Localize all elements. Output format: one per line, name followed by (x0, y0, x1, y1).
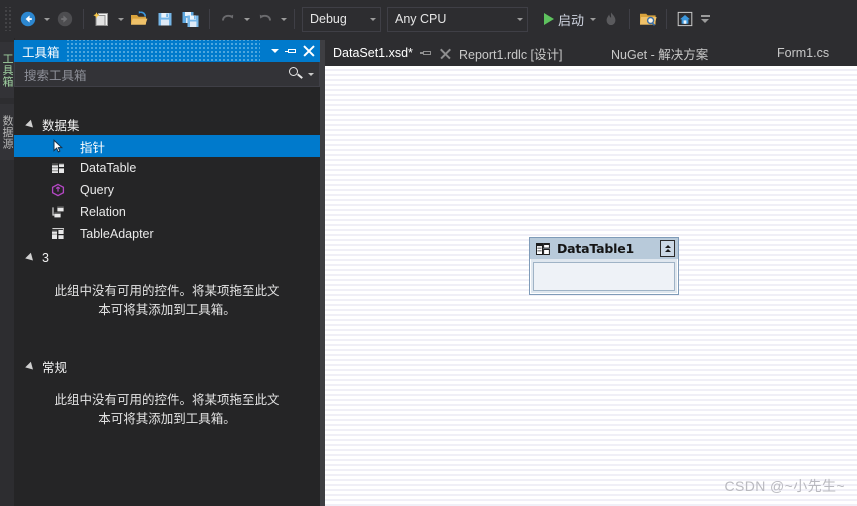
toolbox-group-header[interactable]: 3 (14, 247, 320, 268)
toolbar-divider-2 (209, 9, 210, 29)
document-tab-label: DataSet1.xsd* (333, 46, 413, 60)
toolbox-search-placeholder: 搜索工具箱 (24, 68, 87, 83)
toolbox-group-header[interactable]: 数据集 (14, 114, 320, 135)
back-dropdown-icon[interactable] (41, 7, 52, 31)
toolbox-drag-dots (65, 40, 260, 62)
toolbox-item-datatable[interactable]: DataTable (14, 157, 320, 179)
toolbox-group-header[interactable]: 常规 (14, 356, 320, 377)
open-file-icon[interactable] (126, 7, 152, 31)
toolbar-grip[interactable] (3, 7, 13, 31)
datatable-designer-shape[interactable]: DataTable1 (529, 237, 679, 295)
toolbox-group-label: 3 (42, 250, 49, 265)
toolbar-divider-3 (294, 9, 295, 29)
document-tab-row: DataSet1.xsd* Report1.rdlc [设计] NuGet - … (325, 40, 857, 66)
solution-platform-value: Any CPU (395, 12, 447, 26)
new-item-icon[interactable] (89, 7, 115, 31)
hot-reload-icon[interactable] (598, 7, 624, 31)
collapse-chevrons-icon[interactable] (660, 240, 675, 257)
search-in-folder-icon[interactable] (635, 7, 661, 31)
toolbar-overflow-icon[interactable] (698, 7, 712, 31)
tableadapter-icon (50, 226, 66, 242)
document-tab-nuget[interactable]: NuGet - 解决方案 (603, 40, 714, 66)
document-tab-label: Form1.cs (777, 46, 830, 60)
toolbox-pin-icon[interactable] (283, 42, 300, 60)
solution-configuration-value: Debug (310, 12, 347, 26)
document-tab-label: Report1.rdlc [设计] (459, 47, 563, 62)
save-all-icon[interactable] (178, 7, 204, 31)
watermark: CSDN @~小先生~ (724, 478, 845, 494)
toolbar-divider-5 (666, 9, 668, 29)
toolbox-panel: 工具箱 搜索工具箱 数据集 指针 DataTable Query Relatio… (14, 40, 320, 506)
toolbox-close-icon[interactable] (300, 42, 317, 60)
main-toolbar: Debug Any CPU 启动 (0, 0, 857, 38)
toolbox-item-label: TableAdapter (80, 227, 154, 241)
sidebar-item-toolbox-label: 工具箱 (1, 52, 13, 88)
back-arrow-icon[interactable] (15, 7, 41, 31)
toolbox-group-empty-text: 此组中没有可用的控件。将某项拖至此文本可将其添加到工具箱。 (54, 393, 280, 426)
toolbox-item-label: Relation (80, 205, 126, 219)
document-tab-form1[interactable]: Form1.cs (769, 40, 835, 66)
undo-dropdown-icon[interactable] (241, 7, 252, 31)
home-icon[interactable] (672, 7, 698, 31)
toolbar-divider (83, 9, 84, 29)
toolbox-item-relation[interactable]: Relation (14, 201, 320, 223)
datatable-icon (535, 241, 551, 257)
toolbox-menu-icon[interactable] (266, 42, 283, 60)
toolbox-search-box[interactable]: 搜索工具箱 (14, 62, 320, 87)
toolbox-group-label: 数据集 (42, 119, 80, 133)
toolbox-item-label: Query (80, 183, 115, 197)
dataset-design-surface[interactable]: DataTable1 CSDN @~小先生~ (325, 66, 857, 506)
solution-platform-combo[interactable]: Any CPU (387, 6, 528, 32)
left-tab-strip: 工具箱 数据源 (0, 38, 15, 506)
toolbox-item-pointer[interactable]: 指针 (14, 135, 320, 157)
datatable-shape-body[interactable] (533, 262, 675, 291)
relation-icon (50, 204, 66, 220)
document-tab-label: NuGet - 解决方案 (611, 47, 709, 62)
toolbox-title-bar[interactable]: 工具箱 (14, 40, 320, 62)
new-item-dropdown-icon[interactable] (115, 7, 126, 31)
toolbox-item-label: 指针 (80, 140, 106, 155)
toolbox-group-label: 常规 (42, 361, 68, 375)
start-debug-label: 启动 (558, 12, 585, 28)
start-debug-button[interactable]: 启动 (542, 7, 587, 31)
document-tab-report1[interactable]: Report1.rdlc [设计] (451, 40, 569, 66)
datatable-shape-name: DataTable1 (557, 241, 634, 256)
sidebar-item-toolbox[interactable]: 工具箱 (0, 42, 14, 98)
search-options-dropdown-icon[interactable] (305, 62, 317, 86)
toolbox-title: 工具箱 (22, 45, 60, 60)
redo-icon[interactable] (252, 7, 278, 31)
expander-triangle-icon[interactable] (25, 361, 36, 372)
expander-triangle-icon[interactable] (25, 119, 36, 130)
search-icon[interactable] (288, 66, 303, 82)
toolbox-group-empty-text: 此组中没有可用的控件。将某项拖至此文本可将其添加到工具箱。 (54, 284, 280, 317)
query-icon (50, 182, 66, 198)
toolbox-item-query[interactable]: Query (14, 179, 320, 201)
play-icon (544, 13, 554, 25)
start-dropdown-icon[interactable] (587, 7, 598, 31)
sidebar-item-data-sources-label: 数据源 (1, 114, 13, 150)
datatable-icon (50, 160, 66, 176)
sidebar-item-data-sources[interactable]: 数据源 (0, 104, 14, 160)
save-icon[interactable] (152, 7, 178, 31)
pointer-icon (50, 138, 66, 154)
tab-close-icon[interactable] (440, 48, 451, 59)
forward-arrow-icon[interactable] (52, 7, 78, 31)
redo-dropdown-icon[interactable] (278, 7, 289, 31)
tab-pin-icon[interactable] (419, 47, 432, 59)
visual-studio-window: Debug Any CPU 启动 工具箱 数据源 工具箱 搜索工具箱 数据集 指… (0, 0, 857, 506)
toolbox-item-label: DataTable (80, 161, 137, 175)
toolbar-divider-4 (629, 9, 631, 29)
toolbox-item-tableadapter[interactable]: TableAdapter (14, 223, 320, 245)
solution-configuration-combo[interactable]: Debug (302, 6, 381, 32)
toolbox-content: 数据集 指针 DataTable Query Relation TableAda… (14, 108, 320, 506)
document-tab-dataset1[interactable]: DataSet1.xsd* (325, 40, 465, 66)
undo-icon[interactable] (215, 7, 241, 31)
expander-triangle-icon[interactable] (25, 252, 36, 263)
datatable-shape-header[interactable]: DataTable1 (530, 238, 678, 259)
